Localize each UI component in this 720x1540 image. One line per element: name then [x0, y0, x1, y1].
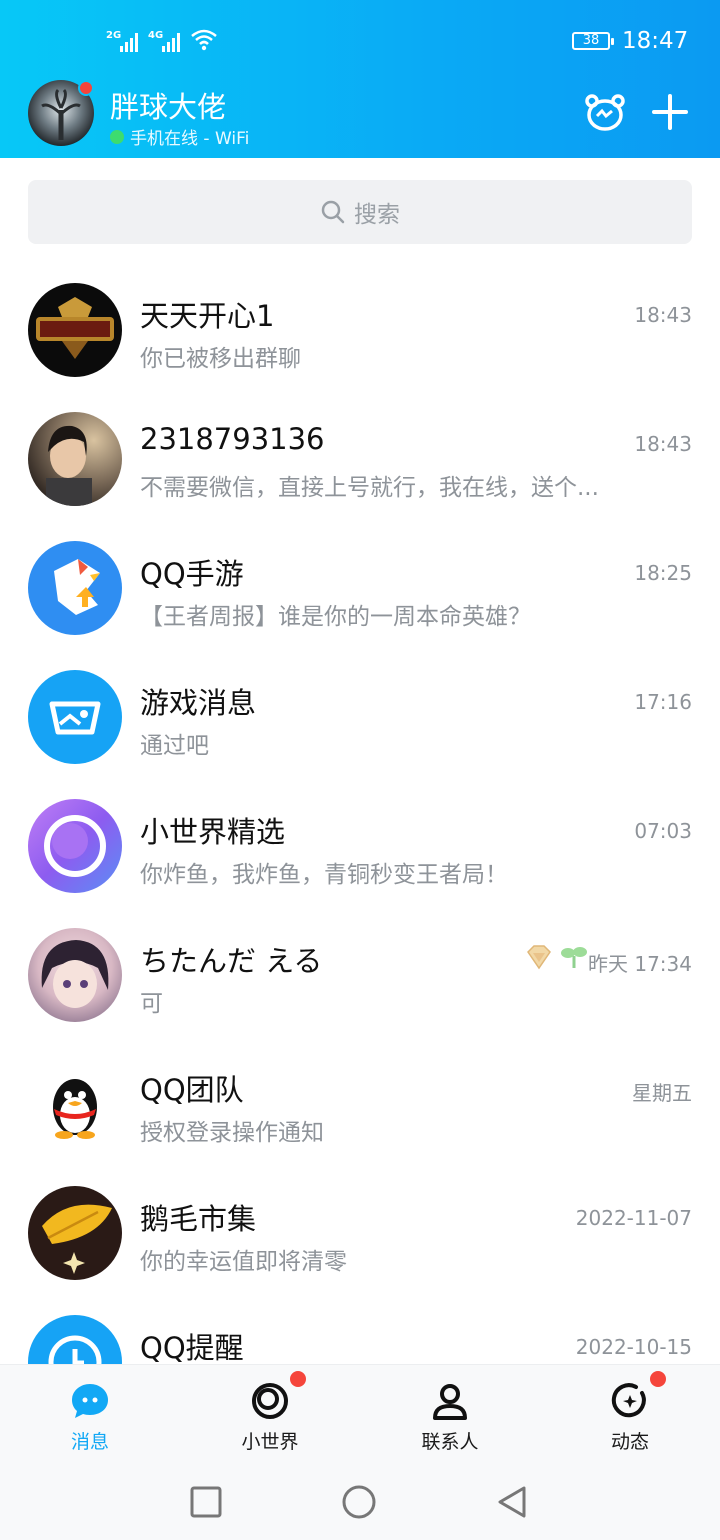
conversation-name: 天天开心1: [140, 299, 275, 333]
conversation-time: 18:43: [634, 432, 692, 456]
tab-contacts[interactable]: 联系人: [360, 1365, 540, 1465]
home-icon[interactable]: [340, 1484, 378, 1520]
small-world-tab-icon: [252, 1383, 288, 1419]
wifi-icon: [191, 29, 217, 51]
conversation-time: 18:25: [634, 561, 692, 585]
bottom-tab-bar: 消息 小世界 联系人 动态: [0, 1364, 720, 1464]
conversation-name: 游戏消息: [140, 686, 257, 720]
online-dot-icon: [110, 129, 124, 144]
conversation-time: 星期五: [632, 1081, 692, 1105]
conversation-preview: 你已被移出群聊: [140, 346, 301, 372]
tab-label: 小世界: [241, 1431, 299, 1453]
tab-label: 联系人: [421, 1431, 479, 1453]
conversation-name: QQ提醒: [140, 1331, 244, 1365]
avatar: [28, 541, 122, 635]
qq-penguin-icon: [53, 1079, 97, 1139]
diamond-badge-icon: [527, 945, 551, 970]
conversation-name: 小世界精选: [140, 815, 286, 849]
tab-small-world[interactable]: 小世界: [180, 1365, 360, 1465]
status-bar: 2G 4G 38 18:47: [0, 0, 720, 80]
conversation-time: 17:16: [634, 690, 692, 714]
conversation-list[interactable]: 天天开心1 你已被移出群聊 18:43 2318793136 不需要微信，直接上…: [0, 265, 720, 1365]
feather-icon: [42, 1204, 112, 1274]
conversation-row[interactable]: 小世界精选 你炸鱼，我炸鱼，青铜秒变王者局！ 07:03: [0, 781, 720, 910]
online-status-text: 手机在线 - WiFi: [130, 129, 250, 149]
avatar: [28, 1186, 122, 1280]
person-avatar-icon: [46, 425, 92, 506]
feed-star-icon: [611, 1383, 646, 1418]
tab-messages[interactable]: 消息: [0, 1365, 180, 1465]
recent-apps-icon[interactable]: [188, 1484, 224, 1520]
conversation-time: 2022-11-07: [575, 1206, 692, 1230]
friendship-badges: [524, 944, 588, 970]
conversation-row[interactable]: 2318793136 不需要微信，直接上号就行，我在线，送个... 18:43: [0, 394, 720, 523]
search-icon: [321, 200, 345, 224]
avatar: [28, 799, 122, 893]
search-bar[interactable]: 搜索: [28, 180, 692, 244]
app-header: 2G 4G 38 18:47 胖球大佬 手机在线 - WiFi: [0, 0, 720, 158]
conversation-name: 鹅毛市集: [140, 1202, 257, 1236]
tab-label: 消息: [70, 1431, 109, 1453]
conversation-time: 18:43: [634, 303, 692, 327]
game-logo-avatar-icon: [36, 297, 114, 359]
profile-name[interactable]: 胖球大佬: [110, 84, 226, 126]
contacts-person-icon: [433, 1384, 467, 1420]
sprout-badge-icon: [561, 947, 587, 968]
gamepad-icon: [49, 701, 101, 735]
status-time: 18:47: [622, 28, 689, 54]
conversation-row[interactable]: QQ团队 授权登录操作通知 星期五: [0, 1039, 720, 1168]
conversation-name: QQ手游: [140, 557, 244, 591]
small-world-icon: [44, 815, 106, 877]
tab-feed[interactable]: 动态: [540, 1365, 720, 1465]
conversation-name: QQ团队: [140, 1073, 244, 1107]
conversation-row[interactable]: QQ提醒 2022-10-15: [0, 1297, 720, 1365]
qq-mobile-games-icon: [54, 559, 100, 615]
tab-label: 动态: [610, 1431, 649, 1453]
signal-bars-2-icon: [162, 30, 180, 52]
clock-reminder-icon: [48, 1335, 102, 1365]
back-icon[interactable]: [494, 1484, 530, 1520]
avatar: [28, 1315, 122, 1365]
conversation-row[interactable]: QQ手游 【王者周报】谁是你的一周本命英雄？ 18:25: [0, 523, 720, 652]
battery-indicator: 38: [572, 32, 614, 50]
conversation-preview: 通过吧: [140, 733, 209, 759]
conversation-preview: 【王者周报】谁是你的一周本命英雄？: [140, 604, 531, 630]
avatar: [28, 1057, 122, 1151]
conversation-preview: 可: [140, 991, 163, 1017]
conversation-time: 2022-10-15: [575, 1335, 692, 1359]
conversation-time: 07:03: [634, 819, 692, 843]
mini-game-icon[interactable]: [584, 92, 626, 134]
conversation-preview: 你的幸运值即将清零: [140, 1249, 347, 1275]
conversation-preview: 授权登录操作通知: [140, 1120, 324, 1146]
avatar: [28, 670, 122, 764]
conversation-row[interactable]: 天天开心1 你已被移出群聊 18:43: [0, 265, 720, 394]
avatar: [28, 283, 122, 377]
conversation-name: 2318793136: [140, 422, 325, 456]
conversation-preview: 不需要微信，直接上号就行，我在线，送个...: [140, 475, 599, 501]
message-bubble-icon: [72, 1384, 108, 1418]
add-icon[interactable]: [652, 92, 688, 132]
system-navigation-bar: [0, 1464, 720, 1540]
notification-dot: [650, 1371, 666, 1387]
conversation-row[interactable]: 游戏消息 通过吧 17:16: [0, 652, 720, 781]
signal-bars-1-icon: [120, 30, 138, 52]
conversation-preview: 你炸鱼，我炸鱼，青铜秒变王者局！: [140, 862, 508, 888]
conversation-time: 昨天 17:34: [588, 952, 692, 976]
notification-dot: [290, 1371, 306, 1387]
avatar: [28, 928, 122, 1022]
online-status[interactable]: 手机在线 - WiFi: [110, 124, 249, 149]
conversation-row[interactable]: 鹅毛市集 你的幸运值即将清零 2022-11-07: [0, 1168, 720, 1297]
avatar: [28, 412, 122, 506]
conversation-name: ちたんだ える: [140, 944, 323, 978]
search-placeholder: 搜索: [354, 202, 400, 228]
signal-type-2: 4G: [148, 30, 164, 41]
signal-type-1: 2G: [106, 30, 122, 41]
anime-girl-avatar-icon: [41, 940, 109, 1008]
avatar-notification-dot: [78, 80, 94, 96]
conversation-row[interactable]: ちたんだ える 可 昨天 17:34: [0, 910, 720, 1039]
